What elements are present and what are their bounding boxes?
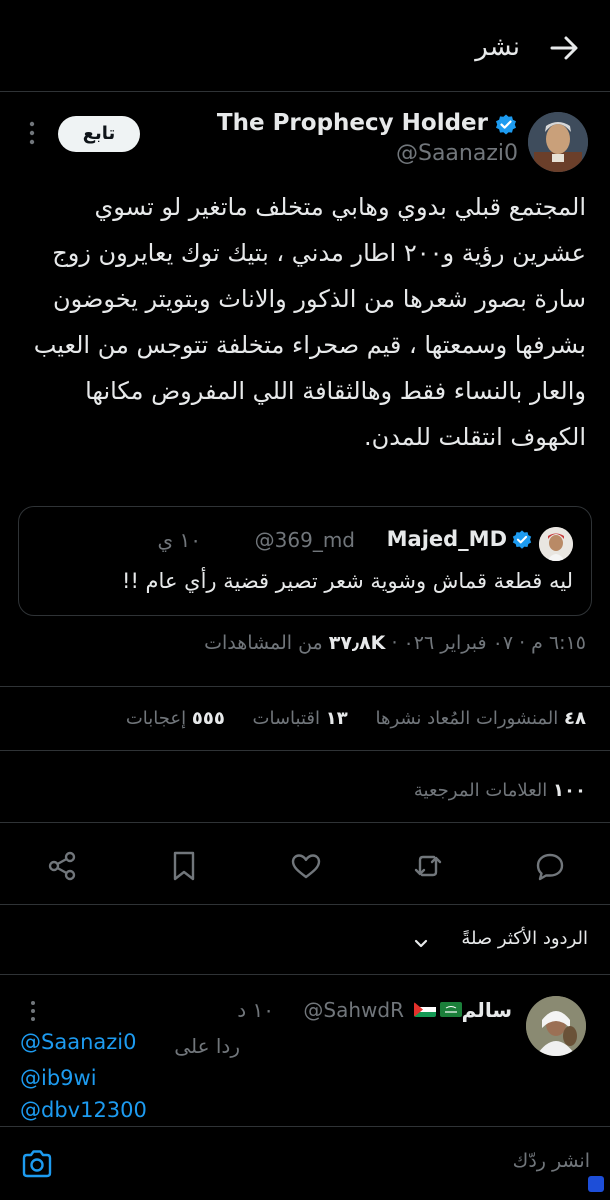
tweet-line: عشرين رؤية و٢٠٠ اطار مدني ، بتيك توك يعا… — [52, 239, 586, 267]
quoted-tweet-card[interactable]: Majed_MD @369_md ١٠ ي ليه قطعة قماش وشوي… — [18, 506, 592, 616]
back-button[interactable] — [544, 28, 584, 68]
divider — [0, 686, 610, 687]
verified-badge-icon — [494, 113, 518, 137]
divider — [0, 822, 610, 823]
reply-more-button[interactable] — [24, 998, 42, 1024]
bookmark-button[interactable] — [166, 848, 202, 884]
engagement-stats: ٤٨ المنشورات المُعاد نشرها ١٣ اقتباسات ٥… — [126, 708, 586, 729]
retweet-icon — [414, 855, 442, 877]
reply-author-handle[interactable]: @SahwdR — [303, 998, 404, 1022]
quoted-author-handle: @369_md — [254, 528, 355, 552]
quoted-timestamp: ١٠ ي — [157, 528, 202, 552]
tweet-date: ٠٧ فبراير ٠٢٦ — [403, 632, 514, 654]
quotes-stat[interactable]: ١٣ اقتباسات — [253, 708, 348, 729]
reply-author-name[interactable]: سالم — [462, 998, 512, 1022]
share-button[interactable] — [44, 848, 80, 884]
camera-button[interactable] — [20, 1147, 54, 1181]
author-name[interactable]: The Prophecy Holder — [217, 110, 488, 136]
tweet-line: بشرفها وسمعتها ، قيم صحراء متخلفة تتوجس … — [33, 331, 586, 359]
share-icon — [48, 851, 76, 881]
tweet-text: المجتمع قبلي بدوي وهابي متخلف ماتغير لو … — [16, 184, 586, 460]
reply-composer — [0, 1126, 610, 1200]
palestine-flag-icon — [414, 1002, 436, 1017]
arrow-right-icon — [550, 36, 578, 60]
quoted-author-avatar — [539, 527, 573, 561]
page-title: نشر — [475, 32, 520, 62]
replies-sort-label[interactable]: الردود الأكثر صلةً — [461, 928, 588, 949]
mention-link[interactable]: @Saanazi0 — [20, 1030, 136, 1054]
reply-button[interactable] — [532, 848, 568, 884]
views-label: من المشاهدات — [204, 632, 323, 654]
tweet-line: سارة بصور شعرها من الذكور والاناث وبتويت… — [52, 285, 586, 313]
follow-button[interactable]: تابع — [58, 116, 140, 152]
tweet-line: الكهوف انتقلت للمدن. — [363, 423, 586, 451]
quoted-tweet-text: ليه قطعة قماش وشوية شعر تصير قضية رأي عا… — [122, 569, 573, 593]
bookmark-icon — [173, 851, 195, 881]
mention-link[interactable]: @ib9wi — [20, 1066, 97, 1090]
reposts-stat[interactable]: ٤٨ المنشورات المُعاد نشرها — [375, 708, 586, 729]
author-handle[interactable]: @Saanazi0 — [396, 141, 518, 166]
like-icon — [291, 854, 321, 879]
divider — [0, 750, 610, 751]
more-vertical-icon — [29, 121, 35, 145]
top-bar: نشر — [0, 0, 610, 92]
tweet-time: ٦:١٥ م — [531, 632, 586, 654]
bookmarks-stat[interactable]: ١٠٠ العلامات المرجعية — [414, 780, 586, 801]
more-options-button[interactable] — [22, 118, 42, 148]
quoted-author-name: Majed_MD — [386, 527, 507, 551]
repost-button[interactable] — [410, 848, 446, 884]
mention-link[interactable]: @dbv12300 — [20, 1098, 147, 1122]
tweet-line: المجتمع قبلي بدوي وهابي متخلف ماتغير لو … — [94, 193, 586, 221]
replying-to-label: ردا على — [174, 1034, 240, 1058]
bookmarks-count: ١٠٠ — [553, 780, 586, 801]
bookmarks-label: العلامات المرجعية — [413, 780, 548, 801]
views-count: ٣٧٫٨K — [328, 632, 386, 654]
divider — [0, 904, 610, 905]
chevron-down-icon[interactable] — [412, 934, 430, 952]
reply-author-avatar[interactable] — [526, 996, 586, 1056]
author-avatar[interactable] — [528, 112, 588, 172]
saudi-flag-icon — [440, 1002, 462, 1017]
notification-badge-icon — [588, 1176, 604, 1192]
tweet-meta: ٦:١٥ م · ٠٧ فبراير ٠٢٦ · ٣٧٫٨K من المشاه… — [204, 632, 586, 654]
reply-timestamp: ١٠ د — [237, 998, 274, 1022]
likes-stat[interactable]: ٥٥٥ إعجابات — [126, 708, 225, 729]
camera-icon — [22, 1150, 52, 1178]
like-button[interactable] — [288, 848, 324, 884]
more-vertical-icon — [31, 1001, 35, 1021]
tweet-line: والعار بالنساء فقط وهالثقافة اللي المفرو… — [85, 377, 586, 405]
reply-icon — [536, 853, 564, 881]
reply-input[interactable] — [80, 1141, 590, 1181]
divider — [0, 974, 610, 975]
verified-badge-icon — [511, 529, 533, 551]
